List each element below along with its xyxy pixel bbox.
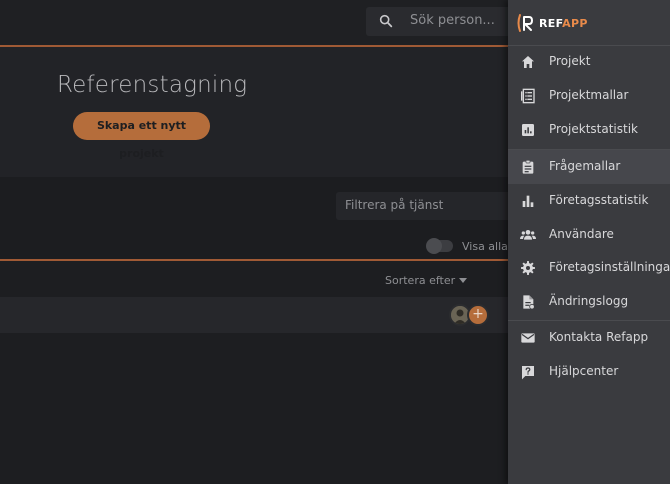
clipboard-icon [522, 160, 534, 174]
search-icon [379, 14, 393, 28]
nav-label: Kontakta Refapp [549, 330, 649, 344]
gear-icon [521, 261, 535, 275]
new-project-button[interactable]: Skapa ett nytt projekt [73, 112, 210, 160]
toggle-knob [426, 238, 442, 254]
sort-dropdown[interactable]: Sortera efter [385, 274, 468, 287]
nav-item-anvandare[interactable]: Användare [508, 218, 670, 252]
side-drawer: REFAPP Projekt Projektmallar Projektstat… [508, 0, 670, 484]
filter-placeholder: Filtrera på tjänst [345, 198, 444, 212]
nav-label: Företagsstatistik [549, 193, 649, 207]
help-icon [522, 366, 534, 380]
sort-label: Sortera efter [385, 274, 456, 287]
bar-chart-icon [522, 195, 534, 207]
page-header: Referenstagning Skapa ett nytt projekt [0, 47, 512, 177]
nav-item-kontakta-refapp[interactable]: Kontakta Refapp [508, 321, 670, 355]
accent-divider [0, 259, 512, 261]
nav-label: Frågemallar [549, 159, 621, 173]
search-input[interactable]: Sök person... [410, 13, 495, 28]
nav-label: Användare [549, 227, 614, 241]
show-all-toggle[interactable] [426, 238, 453, 254]
project-row[interactable]: + [0, 297, 512, 333]
home-icon [522, 56, 534, 68]
logo-text: REFAPP [539, 16, 588, 30]
nav-label: Ändringslogg [549, 294, 629, 308]
users-icon [520, 230, 536, 240]
nav-item-hjalpcenter[interactable]: Hjälpcenter [508, 355, 670, 389]
document-icon [523, 295, 535, 310]
person-search[interactable]: Sök person... [366, 7, 516, 36]
mail-icon [521, 333, 535, 343]
add-member-button[interactable]: + [467, 304, 489, 326]
nav-label: Hjälpcenter [549, 364, 619, 378]
service-filter-input[interactable]: Filtrera på tjänst [336, 192, 512, 220]
stats-icon [522, 124, 534, 136]
page-title: Referenstagning [57, 72, 248, 98]
nav-item-projekt[interactable]: Projekt [508, 45, 670, 79]
caret-down-icon [459, 278, 468, 283]
nav-item-andringslogg[interactable]: Ändringslogg [508, 285, 670, 319]
nav-item-projektmallar[interactable]: Projektmallar [508, 79, 670, 113]
nav-label: Projektstatistik [549, 122, 638, 136]
list-icon [521, 88, 535, 104]
nav-item-fragemallar[interactable]: Frågemallar [508, 150, 670, 184]
nav-label: Projektmallar [549, 88, 629, 102]
filter-area: Filtrera på tjänst Visa alla p [0, 177, 518, 259]
refapp-logo-icon [517, 14, 533, 32]
nav-item-foretagsinstallningar[interactable]: Företagsinställningar [508, 251, 670, 285]
nav-item-projektstatistik[interactable]: Projektstatistik [508, 113, 670, 147]
refapp-logo[interactable]: REFAPP [515, 12, 588, 34]
nav-label: Företagsinställningar [549, 260, 670, 274]
nav-item-foretagsstatistik[interactable]: Företagsstatistik [508, 184, 670, 218]
nav-label: Projekt [549, 54, 591, 68]
